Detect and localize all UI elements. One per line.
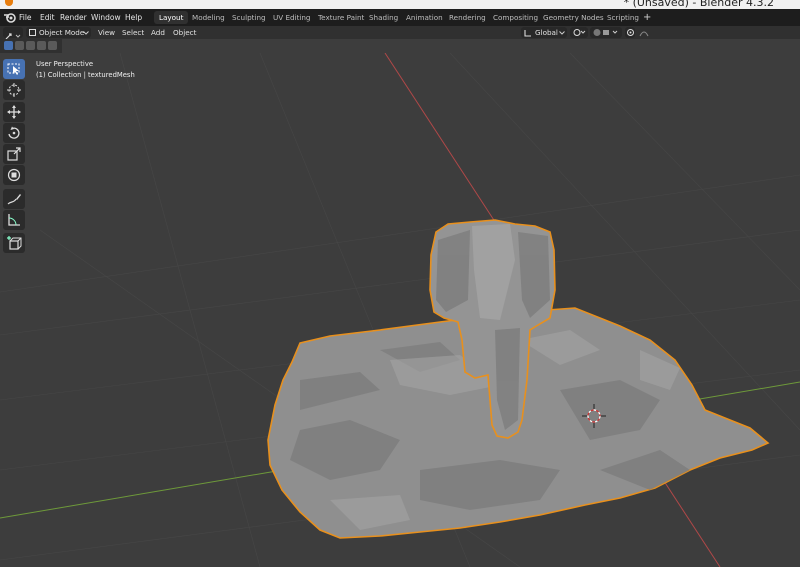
menu-window[interactable]: Window xyxy=(91,9,121,26)
annotate-icon xyxy=(7,194,21,205)
tab-geometry-nodes[interactable]: Geometry Nodes xyxy=(538,11,609,24)
top-menubar: File Edit Render Window Help Layout Mode… xyxy=(0,9,800,26)
tool-rotate[interactable] xyxy=(3,123,25,143)
falloff-curve-icon xyxy=(639,31,649,37)
viewport-scene xyxy=(0,53,800,567)
tab-scripting[interactable]: Scripting xyxy=(602,11,644,24)
tool-measure[interactable] xyxy=(3,210,25,230)
collection-info-label: (1) Collection | texturedMesh xyxy=(36,71,135,79)
tab-compositing[interactable]: Compositing xyxy=(488,11,543,24)
tab-shading[interactable]: Shading xyxy=(364,11,403,24)
tab-animation[interactable]: Animation xyxy=(401,11,448,24)
move-icon xyxy=(7,105,21,119)
proportional-falloff-dropdown[interactable] xyxy=(637,27,655,38)
pivot-point-dropdown[interactable] xyxy=(570,27,588,38)
viewport-header: Object Mode View Select Add Object Globa… xyxy=(0,26,800,40)
transform-icon xyxy=(7,168,21,182)
tab-layout[interactable]: Layout xyxy=(154,11,189,24)
cursor-icon xyxy=(7,83,21,97)
tab-uv-editing[interactable]: UV Editing xyxy=(268,11,316,24)
proportional-editing-icon xyxy=(627,29,634,36)
menu-file[interactable]: File xyxy=(19,9,32,26)
tab-sculpting[interactable]: Sculpting xyxy=(227,11,271,24)
select-mode-new-button[interactable] xyxy=(4,41,13,50)
blender-app-icon xyxy=(5,0,13,6)
tool-move[interactable] xyxy=(3,102,25,122)
chevron-down-icon xyxy=(559,31,565,35)
select-mode-invert-button[interactable] xyxy=(37,41,46,50)
proportional-editing-toggle[interactable] xyxy=(625,27,635,38)
window-titlebar: * (Unsaved) - Blender 4.3.2 xyxy=(0,0,800,9)
window-title: * (Unsaved) - Blender 4.3.2 xyxy=(623,0,774,9)
add-workspace-button[interactable]: + xyxy=(643,11,651,24)
snap-icon xyxy=(593,29,618,36)
select-mode-intersect-button[interactable] xyxy=(48,41,57,50)
mode-dropdown-label: Object Mode xyxy=(39,28,85,37)
header-menu-view[interactable]: View xyxy=(98,26,115,39)
menu-help[interactable]: Help xyxy=(125,9,142,26)
header-menu-add[interactable]: Add xyxy=(151,26,165,39)
transform-orientation-label: Global xyxy=(535,28,558,37)
menu-edit[interactable]: Edit xyxy=(40,9,55,26)
mode-dropdown[interactable]: Object Mode xyxy=(26,27,91,38)
menu-render[interactable]: Render xyxy=(60,9,87,26)
select-mode-extend-button[interactable] xyxy=(15,41,24,50)
measure-icon xyxy=(8,214,20,226)
tab-modeling[interactable]: Modeling xyxy=(187,11,230,24)
header-menu-object[interactable]: Object xyxy=(173,26,196,39)
select-box-icon xyxy=(7,63,20,75)
tool-transform[interactable] xyxy=(3,165,25,185)
scale-icon xyxy=(7,147,21,161)
tool-cursor[interactable] xyxy=(3,80,25,100)
3d-viewport[interactable]: User Perspective (1) Collection | textur… xyxy=(0,53,800,567)
tool-add-cube[interactable] xyxy=(3,233,25,253)
tab-texture-paint[interactable]: Texture Paint xyxy=(313,11,369,24)
add-cube-icon xyxy=(7,236,22,250)
tool-annotate[interactable] xyxy=(3,189,25,209)
header-menu-select[interactable]: Select xyxy=(122,26,144,39)
select-mode-subtract-button[interactable] xyxy=(26,41,35,50)
tab-rendering[interactable]: Rendering xyxy=(444,11,491,24)
view-perspective-label: User Perspective xyxy=(36,60,94,68)
snapping-dropdown[interactable] xyxy=(590,27,622,38)
rotate-icon xyxy=(8,126,20,139)
selection-mode-bar xyxy=(0,39,62,53)
blender-logo-icon[interactable] xyxy=(3,11,17,24)
orientation-axes-icon xyxy=(524,30,531,37)
tool-select-box[interactable] xyxy=(3,59,25,79)
pivot-point-icon xyxy=(573,29,586,36)
editor-type-button[interactable] xyxy=(3,27,23,40)
chevron-down-icon xyxy=(83,31,89,35)
object-mode-icon xyxy=(29,29,36,36)
transform-orientation-dropdown[interactable]: Global xyxy=(521,27,567,38)
tool-scale[interactable] xyxy=(3,144,25,164)
